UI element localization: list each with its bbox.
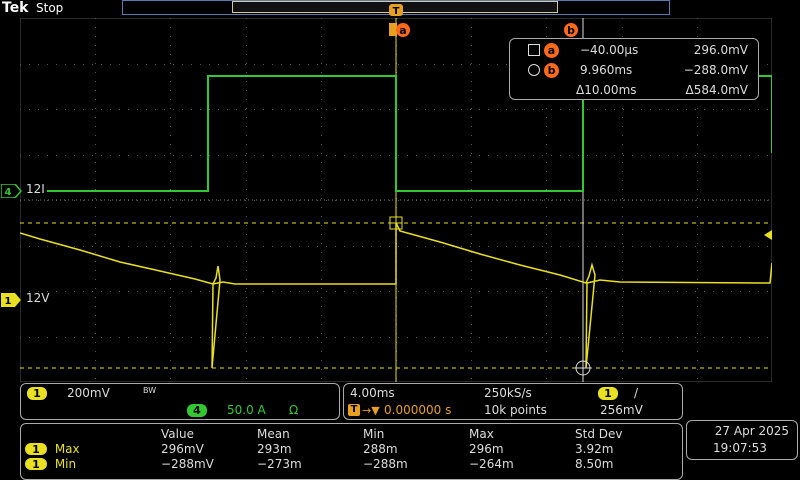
date-display: 27 Apr 2025 [714, 424, 789, 438]
ch1-scale[interactable]: 200mV [67, 386, 110, 400]
ch1-badge[interactable]: 1 [27, 387, 47, 400]
measurement-std-dev: 3.92m [575, 441, 614, 456]
trigger-position-icon: T [348, 404, 360, 416]
measurement-value: 296mV [161, 441, 204, 456]
horizontal-position[interactable]: 0.000000 s [384, 403, 451, 417]
svg-text:a: a [399, 24, 406, 37]
cursor-delta-value: Δ584.0mV [685, 83, 748, 97]
cursor-delta-time: Δ10.00ms [576, 83, 637, 97]
measurement-header-row: Value Mean Min Max Std Dev [25, 426, 681, 441]
measurement-table: Value Mean Min Max Std Dev 1 Max 296mV 2… [25, 426, 681, 471]
bandwidth-limit-icon: BW [143, 386, 157, 395]
trigger-source-badge[interactable]: 1 [598, 387, 618, 400]
cursor-a-time: −40.00µs [580, 43, 639, 57]
datetime-panel[interactable]: 27 Apr 2025 19:07:53 [686, 420, 798, 460]
trigger-slope-icon[interactable]: / [634, 386, 638, 400]
cursor-a-value: 296.0mV [693, 43, 748, 57]
ch1-label: 12V [26, 291, 50, 305]
svg-text:4: 4 [5, 187, 12, 198]
measurement-channel-badge: 1 [25, 443, 47, 456]
measurement-row[interactable]: 1 Max 296mV 293m 288m 296m 3.92m [25, 441, 681, 456]
measurement-max: −264m [469, 456, 514, 471]
timebase-trigger-panel: 4.00ms 250kS/s 1 / T →▼ 0.000000 s 10k p… [343, 383, 683, 420]
measurement-name: Min [54, 456, 77, 471]
ch4-label: 12I [26, 182, 45, 196]
cursor-a-badge: a [544, 43, 559, 58]
header-min: Min [363, 426, 385, 441]
measurement-min: 288m [363, 441, 398, 456]
measurement-panel: Value Mean Min Max Std Dev 1 Max 296mV 2… [20, 423, 683, 480]
header-max: Max [469, 426, 494, 441]
cursor-readout-panel: a −40.00µs 296.0mV b 9.960ms −288.0mV Δ1… [509, 38, 759, 100]
channel-settings-panel: 1 200mV BW 4 50.0 A Ω [20, 383, 340, 420]
measurement-name: Max [54, 441, 80, 456]
measurement-channel-badge: 1 [25, 458, 47, 471]
record-length[interactable]: 10k points [484, 403, 547, 417]
ch4-scale[interactable]: 50.0 A [227, 403, 266, 417]
measurement-mean: 293m [257, 441, 292, 456]
header-std-dev: Std Dev [575, 426, 623, 441]
measurement-row[interactable]: 1 Min −288mV −273m −288m −264m 8.50m [25, 456, 681, 471]
brand-logo: Tek [2, 0, 29, 16]
header-value: Value [161, 426, 194, 441]
measurement-value: −288mV [161, 456, 214, 471]
impedance-icon: Ω [289, 403, 299, 417]
measurement-min: −288m [363, 456, 408, 471]
ch1-ground-marker[interactable]: 1 [1, 292, 23, 311]
svg-text:T: T [393, 6, 400, 17]
svg-text:b: b [567, 24, 575, 37]
measurement-std-dev: 8.50m [575, 456, 614, 471]
cursor-a-tag[interactable]: a [389, 22, 411, 42]
horizontal-scale[interactable]: 4.00ms [350, 386, 395, 400]
cursor-a-square-icon [528, 44, 540, 56]
ch4-badge[interactable]: 4 [187, 404, 207, 417]
svg-text:1: 1 [5, 296, 12, 307]
cursor-b-circle-icon [528, 64, 540, 76]
trigger-position-marker[interactable]: T [388, 3, 404, 17]
cursor-b-value: −288.0mV [683, 63, 748, 77]
cursor-b-badge: b [544, 63, 559, 78]
measurement-mean: −273m [257, 456, 302, 471]
cursor-b-time: 9.960ms [580, 63, 633, 77]
arrow-right-icon: →▼ [362, 404, 380, 417]
time-display: 19:07:53 [713, 441, 767, 455]
header-mean: Mean [257, 426, 290, 441]
measurement-max: 296m [469, 441, 504, 456]
sample-rate: 250kS/s [484, 386, 532, 400]
trigger-level[interactable]: 256mV [600, 403, 643, 417]
ch4-ground-marker[interactable]: 4 [0, 183, 23, 202]
acquisition-status[interactable]: Stop [36, 1, 63, 15]
